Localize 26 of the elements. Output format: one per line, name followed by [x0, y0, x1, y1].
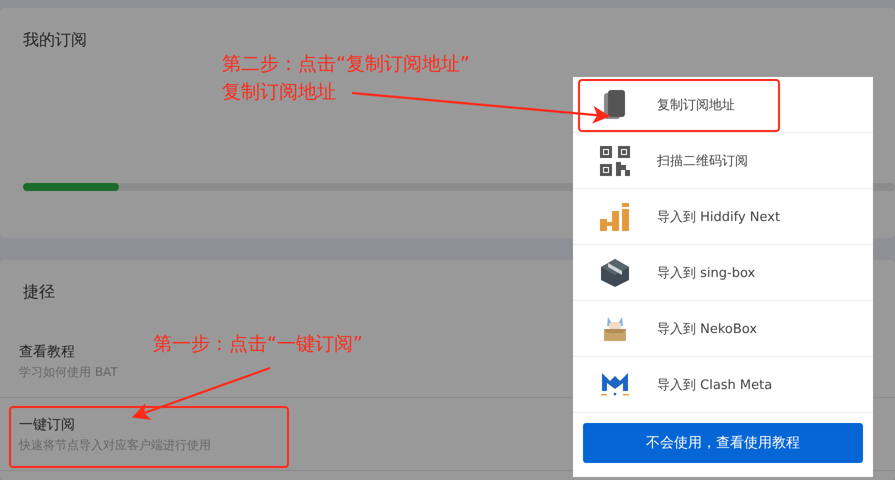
menu-item-label: 导入到 Hiddify Next — [657, 208, 780, 226]
card-title: 捷径 — [22, 282, 56, 302]
card-title: 我的订阅 — [23, 30, 88, 51]
shortcut-title[interactable]: 一键订阅 — [19, 414, 211, 436]
menu-item[interactable]: 导入到 sing-box — [573, 245, 873, 301]
cat-in-box-icon — [602, 314, 628, 342]
menu-item[interactable]: 导入到 Clash Meta — [573, 357, 873, 413]
menu-item-label: 导入到 Clash Meta — [657, 376, 772, 394]
qr-code-icon — [600, 146, 630, 176]
bars-logo-icon — [600, 202, 630, 230]
menu-item[interactable]: 复制订阅地址 — [573, 77, 873, 133]
menu-item-label: 复制订阅地址 — [657, 96, 735, 114]
menu-item-label: 扫描二维码订阅 — [657, 152, 748, 170]
cat-logo-icon — [601, 370, 629, 398]
tutorial-button[interactable]: 不会使用，查看使用教程 — [583, 423, 863, 463]
menu-item[interactable]: 扫描二维码订阅 — [573, 133, 873, 189]
annotation-text: 第一步：点击“一键订阅” — [153, 332, 363, 357]
menu-item[interactable]: 导入到 Hiddify Next — [573, 189, 873, 245]
box-icon — [600, 258, 630, 288]
annotation-text: 第二步：点击“复制订阅地址” — [222, 52, 470, 77]
shortcut-title[interactable]: 查看教程 — [19, 341, 118, 363]
annotation-text: 复制订阅地址 — [222, 80, 336, 105]
menu-item[interactable]: 导入到 NekoBox — [573, 301, 873, 357]
menu-item-label: 导入到 NekoBox — [657, 320, 758, 338]
copy-icon — [604, 90, 626, 120]
menu-item-label: 导入到 sing-box — [657, 264, 756, 282]
